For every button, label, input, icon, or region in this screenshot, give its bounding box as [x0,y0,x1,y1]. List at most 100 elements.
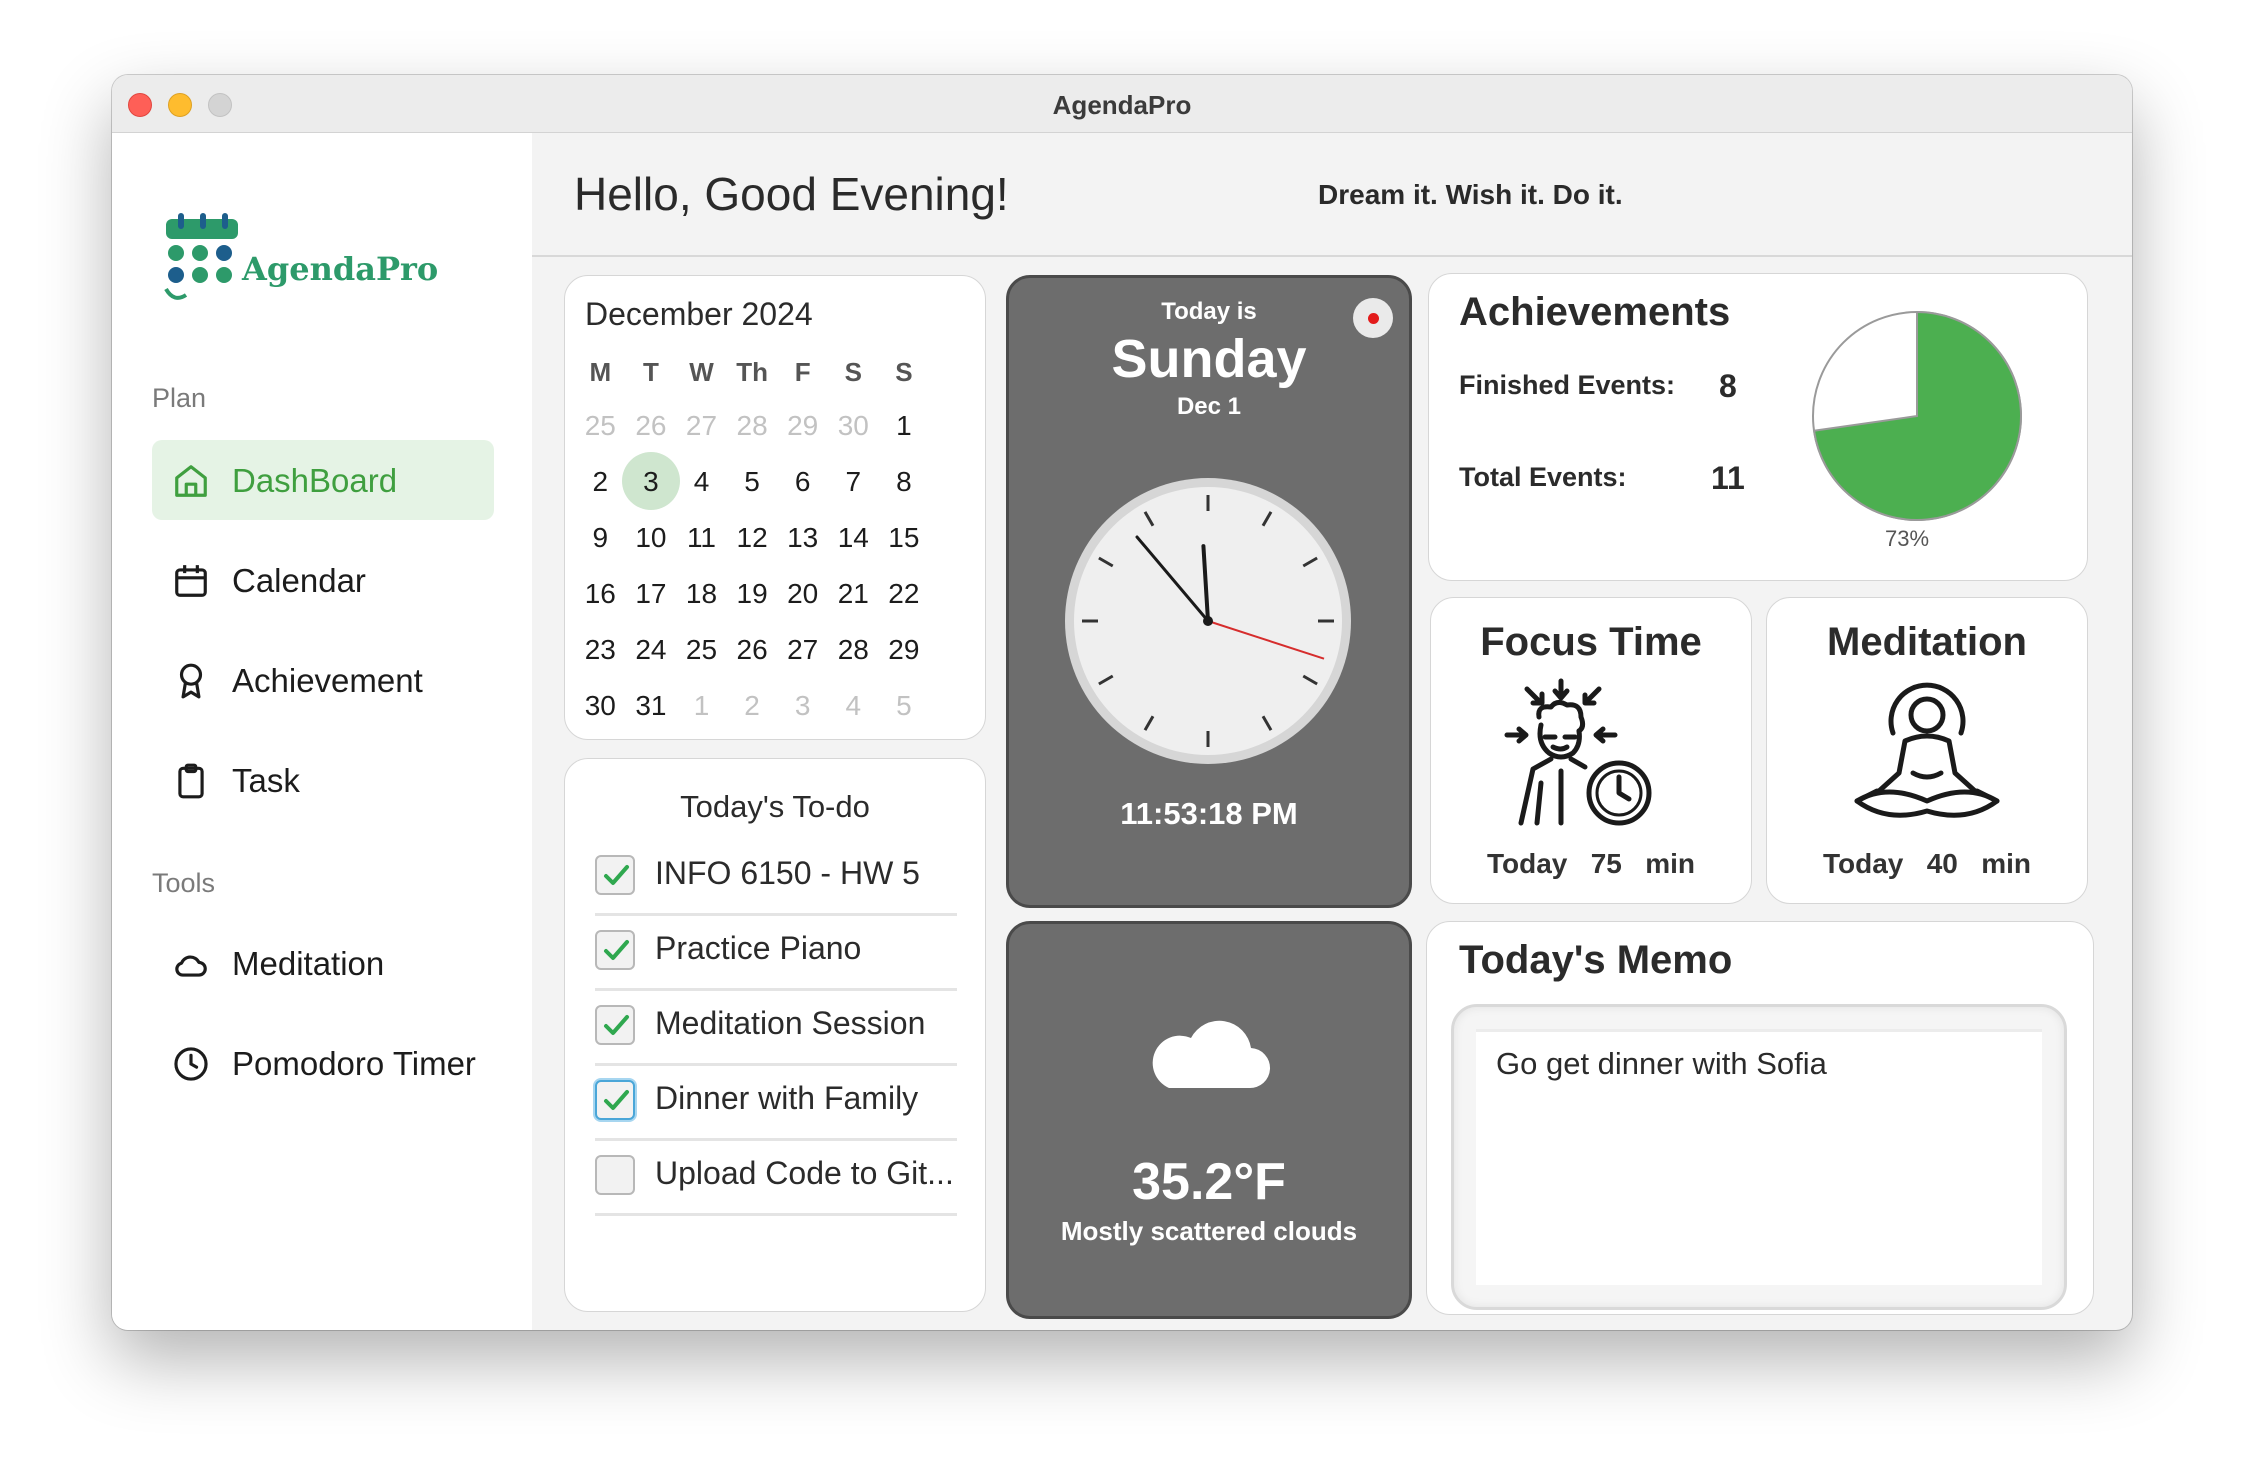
achievement-pie-chart [1812,310,2022,521]
weekday-header: Th [736,356,768,387]
calendar-day[interactable]: 24 [626,634,677,666]
calendar-day[interactable]: 3 [777,690,828,722]
calendar-day[interactable]: 25 [575,410,626,442]
calendar-day-number: 28 [736,410,768,441]
calendar-day[interactable]: 19 [727,578,778,610]
calendar-day[interactable]: 17 [626,578,677,610]
checkbox-checked[interactable] [595,930,635,970]
calendar-day[interactable]: 23 [575,634,626,666]
focus-minutes-value: 75 [1590,848,1622,879]
calendar-day[interactable]: 4 [828,690,879,722]
calendar-grid: M T W Th F S S 25 26 27 28 29 30 1 2 3 4 5 6 7 8 9 10 11 12 13 14 1… [575,346,985,734]
memo-textarea[interactable]: Go get dinner with Sofia [1476,1029,2042,1285]
calendar-day[interactable]: 4 [676,466,727,498]
record-button[interactable] [1353,298,1393,338]
calendar-day[interactable]: 2 [727,690,778,722]
calendar-day-number: 13 [787,522,819,553]
achievements-card: Achievements Finished Events: 8 Total Ev… [1428,273,2088,581]
calendar-day[interactable]: 21 [828,578,879,610]
calendar-day[interactable]: 26 [727,634,778,666]
sidebar-item-meditation[interactable]: Meditation [152,923,494,1003]
calendar-day-number: 19 [736,578,768,609]
sidebar-item-achievement[interactable]: Achievement [152,640,494,720]
calendar-day[interactable]: 31 [626,690,677,722]
date-label: Dec 1 [1176,393,1242,420]
calendar-day-number: 24 [635,634,667,665]
calendar-day[interactable]: 20 [777,578,828,610]
weather-card: 35.2°F Mostly scattered clouds [1006,921,1412,1319]
clock-center [1203,616,1213,626]
sidebar-item-calendar[interactable]: Calendar [152,540,494,620]
calendar-day[interactable]: 11 [676,522,727,554]
calendar-day-number: 2 [744,690,760,721]
calendar-day[interactable]: 10 [626,522,677,554]
focus-time-card[interactable]: Focus Time Today 75 min [1430,597,1752,904]
calendar-day[interactable]: 18 [676,578,727,610]
calendar-day[interactable]: 6 [777,466,828,498]
calendar-day[interactable]: 22 [879,578,930,610]
todo-title: Today's To-do [680,789,870,824]
checkbox-checked[interactable] [595,1080,635,1120]
calendar-day[interactable]: 25 [676,634,727,666]
calendar-day[interactable]: 2 [575,466,626,498]
todo-item[interactable]: Upload Code to Git... [595,1141,957,1216]
sidebar-item-pomodoro-timer[interactable]: Pomodoro Timer [152,1023,494,1103]
calendar-day[interactable]: 29 [879,634,930,666]
calendar-day[interactable]: 7 [828,466,879,498]
calendar-day-number: 7 [845,466,862,497]
calendar-day[interactable]: 9 [575,522,626,554]
day-name: Sunday [1111,329,1307,389]
todo-label: Practice Piano [655,930,862,966]
sidebar-item-dashboard[interactable]: DashBoard [152,440,494,520]
analog-clock [1065,478,1351,764]
checkbox-checked[interactable] [595,1005,635,1045]
calendar-day-number: 3 [794,690,811,721]
meditation-minutes-value: 40 [1926,848,1958,879]
calendar-day-number: 25 [685,634,718,665]
calendar-day[interactable]: 5 [879,690,930,722]
sidebar-item-task[interactable]: Task [152,740,494,820]
calendar-day[interactable]: 29 [777,410,828,442]
digital-time: 11:53:18 PM [1120,796,1298,831]
calendar-day-number: 29 [888,634,920,665]
achievement-percent: 73% [1885,526,1930,551]
calendar-day-selected[interactable]: 3 [621,452,680,510]
calendar-day[interactable]: 26 [626,410,677,442]
meditation-card[interactable]: Meditation Today 40 min [1766,597,2088,904]
calendar-day[interactable]: 1 [676,690,727,722]
home-icon [175,465,207,497]
calendar-day[interactable]: 5 [727,466,778,498]
checkbox-unchecked[interactable] [595,1155,635,1195]
calendar-day[interactable]: 14 [828,522,879,554]
checkbox-checked[interactable] [595,855,635,895]
total-events-label: Total Events: [1459,462,1627,492]
calendar-day[interactable]: 8 [879,466,930,498]
calendar-day[interactable]: 1 [879,410,930,442]
calendar-day[interactable]: 28 [727,410,778,442]
todo-item[interactable]: Meditation Session [595,991,957,1066]
todo-item[interactable]: Practice Piano [595,916,957,991]
weekday-header: F [794,356,811,387]
meditation-person-icon [1854,682,2000,818]
calendar-day[interactable]: 30 [828,410,879,442]
focus-minutes-unit: min [1645,848,1695,879]
cloud-icon [175,955,207,977]
calendar-day[interactable]: 13 [777,522,828,554]
weekday-header: S [895,356,913,387]
calendar-day[interactable]: 16 [575,578,626,610]
title-bar: AgendaPro [112,75,2132,133]
finished-events-value: 8 [1719,368,1737,404]
checkmark-icon [604,865,629,885]
section-label-plan: Plan [152,383,207,413]
checkmark-icon [604,1015,629,1035]
calendar-day[interactable]: 15 [879,522,930,554]
calendar-day-number: 21 [837,578,869,609]
todo-item[interactable]: INFO 6150 - HW 5 [595,841,957,916]
todo-item[interactable]: Dinner with Family [595,1066,957,1141]
calendar-day[interactable]: 27 [676,410,727,442]
calendar-day-number: 3 [643,466,659,497]
calendar-day[interactable]: 30 [575,690,626,722]
calendar-day[interactable]: 27 [777,634,828,666]
calendar-day[interactable]: 12 [727,522,778,554]
calendar-day[interactable]: 28 [828,634,879,666]
